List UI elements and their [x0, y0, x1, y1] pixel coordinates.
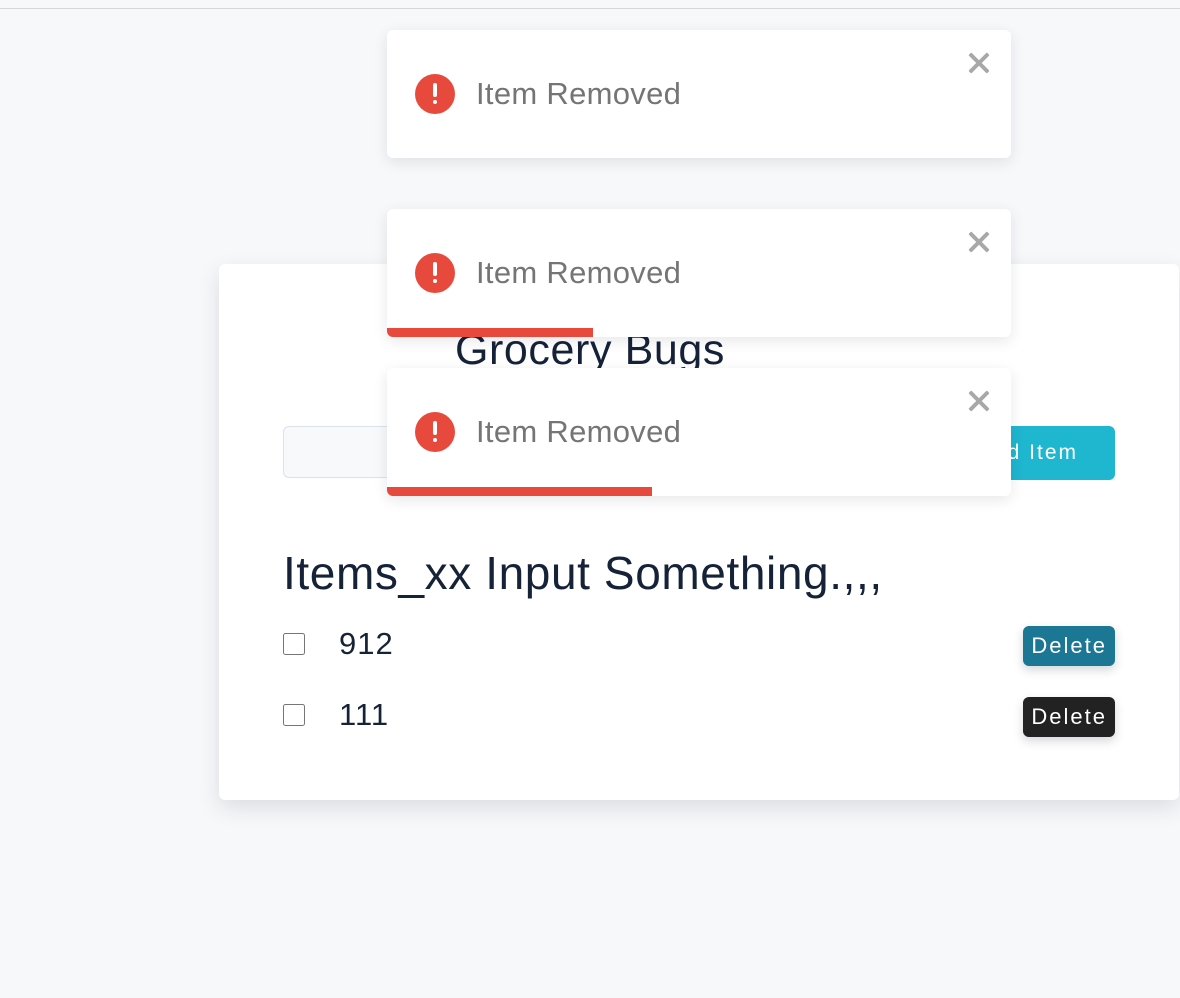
toast-message: Item Removed [476, 76, 682, 111]
close-icon[interactable] [965, 388, 993, 416]
error-icon [415, 253, 455, 293]
toast-progress-bar [387, 487, 653, 496]
close-icon[interactable] [965, 50, 993, 78]
item-name: 111 [339, 697, 390, 732]
item-checkbox[interactable] [283, 704, 305, 726]
delete-button[interactable]: Delete [1023, 697, 1115, 737]
error-icon [415, 74, 455, 114]
toast-notification: Item Removed [387, 368, 1011, 496]
close-icon[interactable] [965, 229, 993, 257]
browser-top-border [0, 0, 1180, 9]
items-heading: Items_xx Input Something.,,, [283, 547, 883, 599]
toast-message: Item Removed [476, 255, 682, 290]
item-checkbox[interactable] [283, 633, 305, 655]
item-name: 912 [339, 626, 394, 661]
grocery-item-list: 912 Delete 111 Delete [283, 616, 1115, 758]
list-item: 912 Delete [283, 616, 1115, 687]
delete-button[interactable]: Delete [1023, 626, 1115, 666]
toast-message: Item Removed [476, 414, 682, 449]
error-icon [415, 412, 455, 452]
toast-progress-bar [387, 328, 593, 337]
toast-notification: Item Removed [387, 30, 1011, 158]
toast-notification: Item Removed [387, 209, 1011, 337]
list-item: 111 Delete [283, 687, 1115, 758]
